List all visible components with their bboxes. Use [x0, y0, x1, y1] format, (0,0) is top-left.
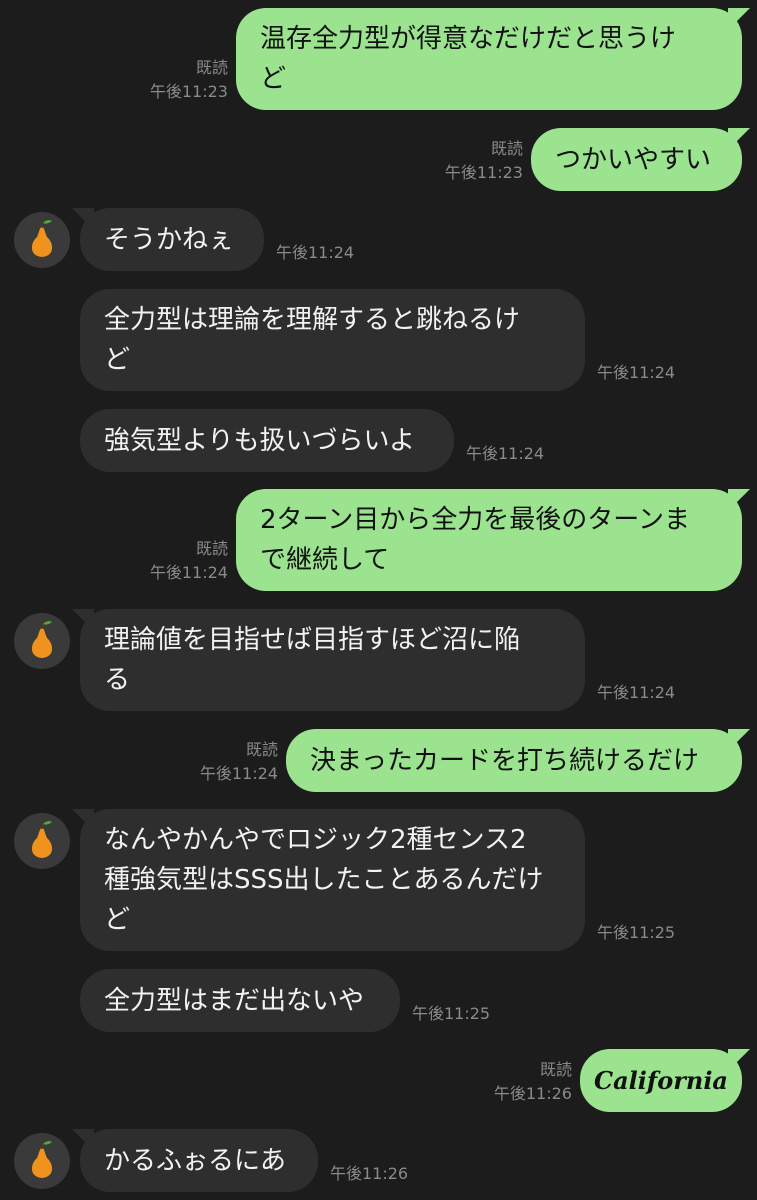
message-bubble[interactable]: つかいやすい	[531, 128, 742, 191]
timestamp: 午後11:23	[444, 163, 523, 182]
timestamp: 午後11:24	[199, 764, 278, 783]
read-receipt: 既読	[245, 740, 278, 759]
message-row: そうかねぇ午後11:24	[0, 208, 757, 271]
avatar[interactable]	[14, 613, 70, 669]
message-row: つかいやすい 既読午後11:23	[0, 128, 757, 191]
message-row: 決まったカードを打ち続けるだけ 既読午後11:24	[0, 729, 757, 792]
pear-icon	[31, 1141, 53, 1178]
message-meta: 午後11:25	[412, 1002, 490, 1026]
message-meta: 既読午後11:26	[494, 1058, 572, 1106]
message-text: California	[594, 1065, 728, 1095]
message-text: かるふぉるにあ	[104, 1145, 287, 1176]
message-row: かるふぉるにあ午後11:26	[0, 1129, 757, 1192]
timestamp: 午後11:26	[493, 1084, 572, 1103]
message-text: 理論値を目指せば目指すほど沼に陥 る	[104, 625, 521, 695]
message-text: 全力型は理論を理解すると跳ねるけ ど	[104, 305, 521, 375]
timestamp: 午後11:24	[597, 363, 676, 382]
message-meta: 既読午後11:24	[200, 738, 278, 786]
message-text: そうかねぇ	[104, 224, 235, 255]
message-bubble[interactable]: 理論値を目指せば目指すほど沼に陥 る	[80, 609, 585, 711]
message-bubble[interactable]: 決まったカードを打ち続けるだけ	[286, 729, 742, 792]
pear-icon	[31, 621, 53, 658]
message-meta: 午後11:24	[597, 681, 675, 705]
message-row: 全力型は理論を理解すると跳ねるけ ど午後11:24	[0, 289, 757, 391]
avatar[interactable]	[14, 212, 70, 268]
message-bubble[interactable]: 全力型は理論を理解すると跳ねるけ ど	[80, 289, 585, 391]
read-receipt: 既読	[195, 539, 228, 558]
timestamp: 午後11:24	[597, 683, 676, 702]
timestamp: 午後11:26	[330, 1164, 409, 1183]
message-meta: 午後11:24	[276, 241, 354, 265]
message-bubble[interactable]: 温存全力型が得意なだけだと思うけ ど	[236, 8, 742, 110]
message-meta: 午後11:24	[466, 442, 544, 466]
message-row: 強気型よりも扱いづらいよ午後11:24	[0, 409, 757, 472]
message-text: 強気型よりも扱いづらいよ	[104, 425, 415, 456]
timestamp: 午後11:25	[412, 1004, 491, 1023]
message-bubble[interactable]: 強気型よりも扱いづらいよ	[80, 409, 454, 472]
message-text: 決まったカードを打ち続けるだけ	[310, 745, 699, 776]
timestamp: 午後11:24	[276, 243, 355, 262]
sticker-bubble[interactable]: California	[580, 1049, 742, 1112]
message-row: California 既読午後11:26	[0, 1049, 757, 1112]
avatar[interactable]	[14, 813, 70, 869]
message-text: なんやかんやでロジック2種センス2 種強気型はSSS出したことあるんだけ ど	[104, 825, 544, 935]
message-row: なんやかんやでロジック2種センス2 種強気型はSSS出したことあるんだけ ど午後…	[0, 809, 757, 951]
message-bubble[interactable]: 2ターン目から全力を最後のターンま で継続して	[236, 489, 742, 591]
read-receipt: 既読	[490, 139, 523, 158]
read-receipt: 既読	[195, 58, 228, 77]
message-meta: 午後11:25	[597, 921, 675, 945]
message-text: 全力型はまだ出ないや	[104, 985, 365, 1016]
read-receipt: 既読	[539, 1060, 572, 1079]
message-meta: 既読午後11:23	[445, 137, 523, 185]
timestamp: 午後11:25	[597, 923, 676, 942]
pear-icon	[31, 220, 53, 257]
message-bubble[interactable]: かるふぉるにあ	[80, 1129, 318, 1192]
message-meta: 既読午後11:23	[150, 56, 228, 104]
message-meta: 午後11:24	[597, 361, 675, 385]
pear-icon	[31, 821, 53, 858]
message-bubble[interactable]: なんやかんやでロジック2種センス2 種強気型はSSS出したことあるんだけ ど	[80, 809, 585, 951]
message-bubble[interactable]: そうかねぇ	[80, 208, 264, 271]
message-row: 温存全力型が得意なだけだと思うけ ど既読 午後11:23	[0, 8, 757, 110]
message-meta: 午後11:26	[330, 1162, 408, 1186]
message-text: 温存全力型が得意なだけだと思うけ ど	[260, 24, 677, 94]
message-bubble[interactable]: 全力型はまだ出ないや	[80, 969, 400, 1032]
timestamp: 午後11:24	[149, 563, 228, 582]
timestamp: 午後11:24	[466, 444, 545, 463]
message-text: 2ターン目から全力を最後のターンま で継続して	[260, 505, 690, 575]
timestamp: 午後11:23	[149, 82, 228, 101]
avatar[interactable]	[14, 1133, 70, 1189]
message-meta: 既読午後11:24	[150, 537, 228, 585]
chat-thread: 温存全力型が得意なだけだと思うけ ど既読 午後11:23 つかいやすい 既読 午後11:…	[0, 0, 757, 1200]
message-row: 2ターン目から全力を最後のターンま で継続して 既読 午後11:24	[0, 489, 757, 591]
message-row: 全力型はまだ出ないや午後11:25	[0, 969, 757, 1032]
message-text: つかいやすい	[555, 144, 712, 175]
message-row: 理論値を目指せば目指すほど沼に陥 る午後11:24	[0, 609, 757, 711]
